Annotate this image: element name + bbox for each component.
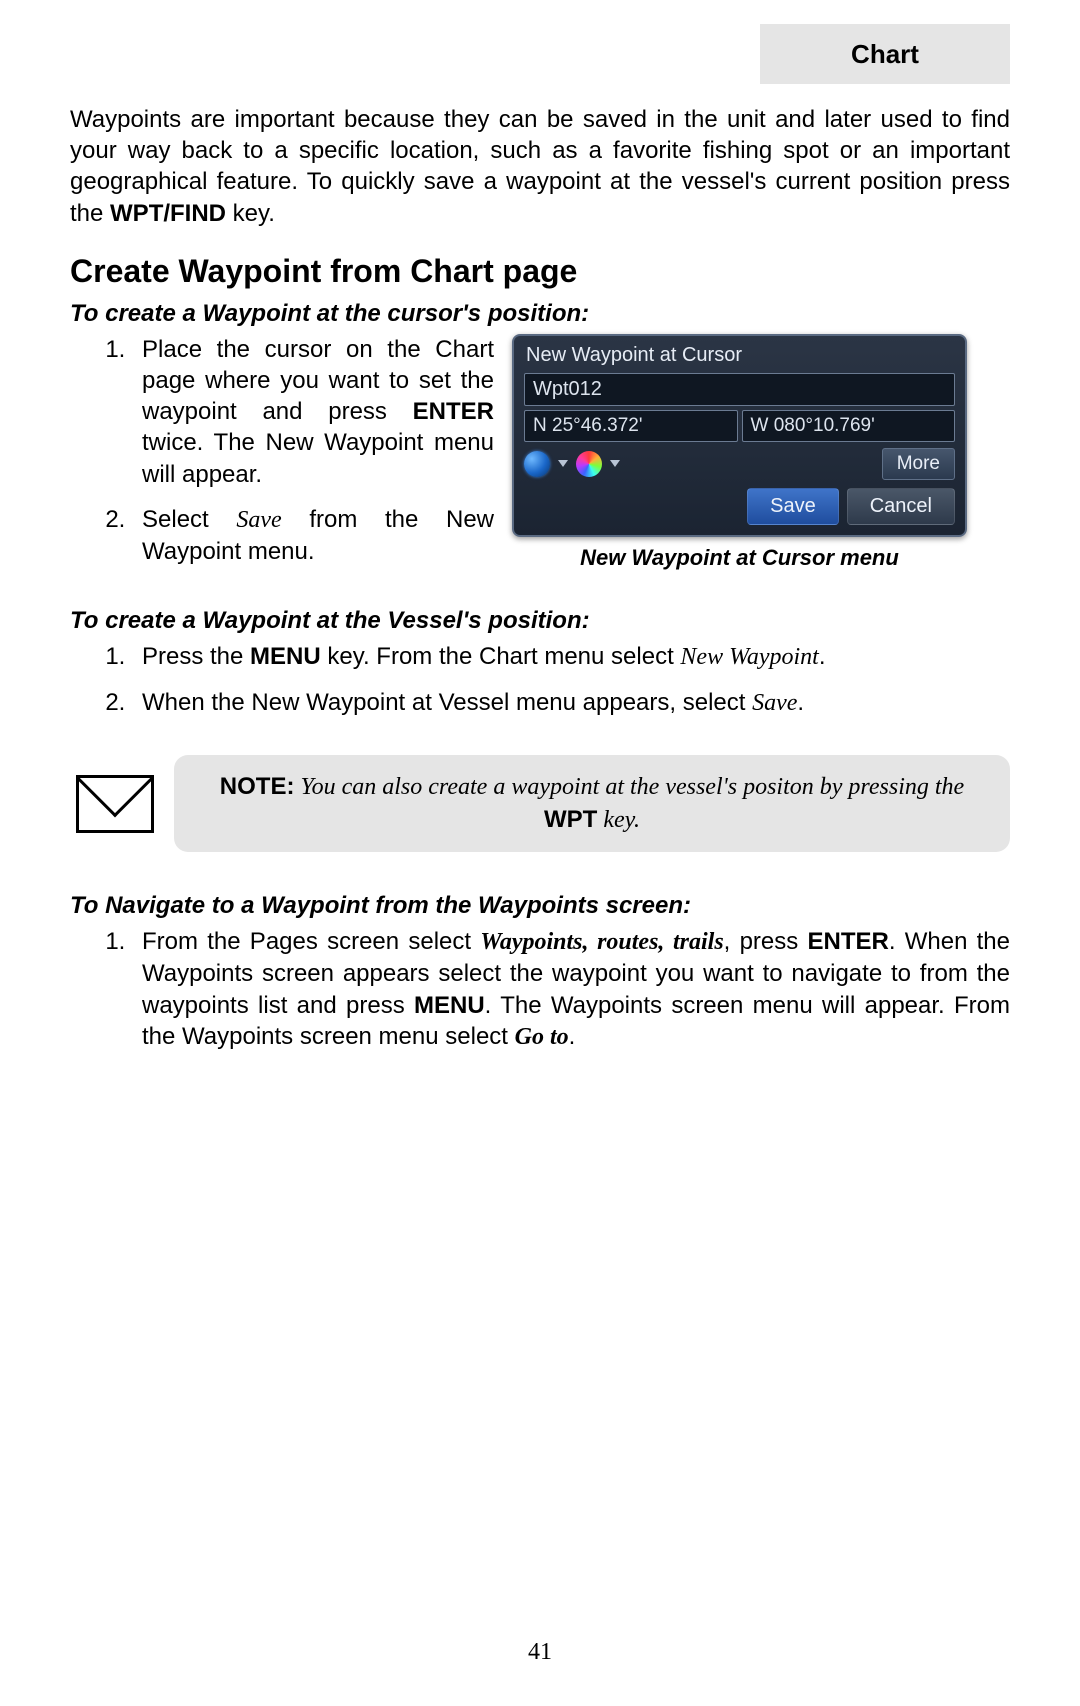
nav-enter: ENTER xyxy=(807,928,888,955)
device-button-row: Save Cancel xyxy=(524,488,955,525)
vessel-step1-b: key. From the Chart menu select xyxy=(321,643,681,670)
vessel-step1-c: . xyxy=(819,643,826,670)
navigate-subheading: To Navigate to a Waypoint from the Waypo… xyxy=(70,892,1010,920)
device-figure: New Waypoint at Cursor Wpt012 N 25°46.37… xyxy=(512,334,967,571)
manual-page: Chart Waypoints are important because th… xyxy=(0,24,1080,1706)
cursor-step2-a: Select xyxy=(142,506,236,533)
note-row: NOTE: You can also create a waypoint at … xyxy=(70,755,1010,852)
device-title: New Waypoint at Cursor xyxy=(526,344,955,367)
note-box: NOTE: You can also create a waypoint at … xyxy=(174,755,1010,852)
cursor-row: Place the cursor on the Chart page where… xyxy=(70,334,1010,581)
device-save-button[interactable]: Save xyxy=(747,488,839,525)
nav-goto: Go to xyxy=(515,1024,569,1050)
cursor-step-1: Place the cursor on the Chart page where… xyxy=(132,334,494,490)
vessel-step-2: When the New Waypoint at Vessel menu app… xyxy=(132,687,1010,719)
nav-wrt: Waypoints, routes, trails xyxy=(480,929,723,955)
device-lon-field[interactable]: W 080°10.769' xyxy=(742,410,956,442)
page-number: 41 xyxy=(0,1639,1080,1666)
vessel-step2-b: . xyxy=(797,689,804,716)
waypoint-symbol-icon[interactable] xyxy=(524,451,550,477)
nav-b: , press xyxy=(724,928,808,955)
vessel-step1-new-waypoint: New Waypoint xyxy=(680,644,818,670)
vessel-step1-a: Press the xyxy=(142,643,250,670)
vessel-step-1: Press the MENU key. From the Chart menu … xyxy=(132,641,1010,673)
section-heading: Create Waypoint from Chart page xyxy=(70,253,1010,290)
cursor-step1-b: twice. The New Waypoint menu will appear… xyxy=(142,429,494,487)
cursor-subheading: To create a Waypoint at the cursor's pos… xyxy=(70,300,1010,328)
note-body-a: You can also create a waypoint at the ve… xyxy=(294,774,964,800)
nav-e: . xyxy=(569,1023,576,1050)
cursor-steps: Place the cursor on the Chart page where… xyxy=(114,334,494,581)
vessel-step1-menu: MENU xyxy=(250,643,321,670)
vessel-subheading: To create a Waypoint at the Vessel's pos… xyxy=(70,607,1010,635)
intro-key: WPT/FIND xyxy=(110,200,226,227)
cursor-step1-key: ENTER xyxy=(413,398,494,425)
navigate-step-1: From the Pages screen select Waypoints, … xyxy=(132,926,1010,1053)
device-coord-row: N 25°46.372' W 080°10.769' xyxy=(524,410,955,442)
device-caption: New Waypoint at Cursor menu xyxy=(512,545,967,571)
navigate-steps: From the Pages screen select Waypoints, … xyxy=(114,926,1010,1053)
cursor-step-2: Select Save from the New Waypoint menu. xyxy=(132,504,494,567)
note-key: WPT xyxy=(544,806,597,833)
chevron-down-icon[interactable] xyxy=(558,460,568,467)
device-lat-field[interactable]: N 25°46.372' xyxy=(524,410,738,442)
vessel-steps: Press the MENU key. From the Chart menu … xyxy=(114,641,1010,719)
cursor-step2-save: Save xyxy=(236,507,281,533)
device-cancel-button[interactable]: Cancel xyxy=(847,488,955,525)
note-lead: NOTE: xyxy=(220,773,295,800)
vessel-step2-save: Save xyxy=(752,690,797,716)
waypoint-color-icon[interactable] xyxy=(576,451,602,477)
note-body-b: key. xyxy=(597,807,640,833)
device-options-row: More xyxy=(524,448,955,480)
chevron-down-icon[interactable] xyxy=(610,460,620,467)
device-screenshot: New Waypoint at Cursor Wpt012 N 25°46.37… xyxy=(512,334,967,537)
header-chapter-label: Chart xyxy=(851,39,919,70)
envelope-icon xyxy=(76,775,154,833)
header-chapter-tab: Chart xyxy=(760,24,1010,84)
nav-a: From the Pages screen select xyxy=(142,928,480,955)
nav-menu: MENU xyxy=(414,992,485,1019)
intro-text-post: key. xyxy=(226,200,275,227)
vessel-step2-a: When the New Waypoint at Vessel menu app… xyxy=(142,689,752,716)
device-more-button[interactable]: More xyxy=(882,448,955,480)
device-name-field[interactable]: Wpt012 xyxy=(524,373,955,406)
